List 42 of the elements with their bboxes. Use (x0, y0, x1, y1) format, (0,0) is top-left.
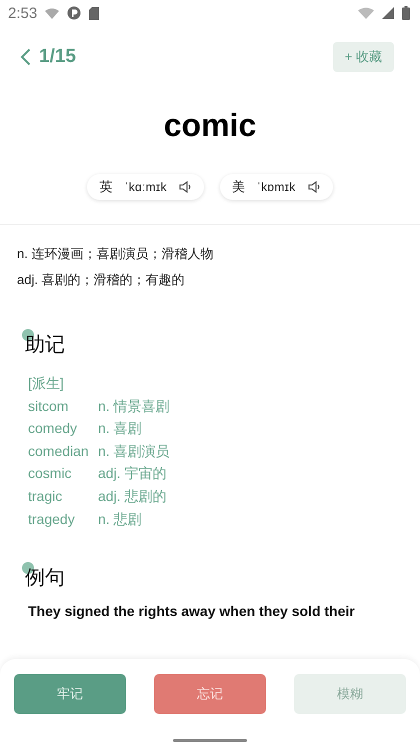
headword: comic (162, 107, 258, 144)
derivative-meaning: adj. 悲剧的 (98, 488, 166, 504)
back-button[interactable]: 1/15 (20, 46, 76, 68)
derivation-tag: [派生] (28, 372, 64, 395)
accent-label: 英 (99, 178, 112, 196)
circle-icon (67, 6, 82, 20)
section-heading: 助记 (25, 331, 65, 358)
derivative-word: comedian (28, 442, 90, 461)
definition-text: n. 连环漫画；喜剧演员；滑稽人物 (17, 245, 214, 263)
pronunciation-button[interactable]: 美 ˈkɒmɪk (220, 174, 333, 200)
phonetic-text: ˈkɒmɪk (256, 180, 296, 194)
derivative-meaning: n. 喜剧 (98, 420, 142, 436)
speaker-icon (178, 181, 192, 193)
home-indicator[interactable] (173, 739, 247, 742)
derivative-word: cosmic (28, 464, 73, 484)
back-icon (20, 48, 31, 66)
card-counter: 1/15 (39, 46, 76, 68)
derivative-meaning: n. 悲剧 (98, 510, 142, 527)
derivative-word: tragedy (28, 510, 76, 529)
derivative-word: sitcom (28, 396, 70, 416)
derivative-meaning: n. 喜剧演员 (98, 442, 170, 459)
wifi-icon (45, 8, 60, 18)
action-button[interactable]: 模糊 (294, 674, 406, 714)
sd-card-icon (89, 6, 100, 20)
definition-text: adj. 喜剧的；滑稽的；有趣的 (17, 271, 185, 289)
favorite-button[interactable]: + 收藏 (332, 42, 394, 72)
action-button[interactable]: 忘记 (154, 674, 266, 714)
signal-icon (382, 7, 394, 19)
phonetic-text: ˈkɑːmɪk (124, 180, 167, 194)
action-button[interactable]: 牢记 (14, 674, 126, 714)
example-sentence: They signed the rights away when they sold their (27, 602, 356, 620)
derivative-meaning: n. 情景喜剧 (98, 398, 170, 414)
derivative-meaning: adj. 宇宙的 (98, 465, 166, 482)
status-time: 2:53 (8, 4, 38, 22)
pronunciation-button[interactable]: 英 ˈkɑːmɪk (87, 174, 204, 200)
section-heading: 例句 (25, 564, 65, 592)
wifi-icon (358, 7, 374, 19)
battery-icon (402, 6, 410, 20)
speaker-icon (308, 181, 321, 193)
derivative-word: comedy (28, 419, 78, 438)
accent-label: 美 (232, 178, 245, 196)
derivative-word: tragic (28, 486, 64, 506)
